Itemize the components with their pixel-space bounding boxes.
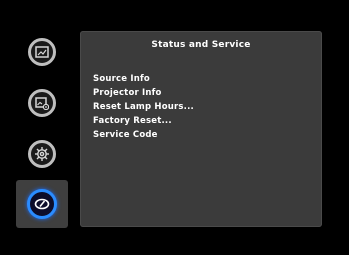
sidebar-item-picture[interactable] [20, 30, 64, 74]
menu-list: Source Info Projector Info Reset Lamp Ho… [93, 72, 194, 142]
picture-icon [35, 46, 49, 58]
gear-icon [34, 146, 50, 162]
picture-settings-icon [35, 96, 49, 110]
menu-item-projector-info[interactable]: Projector Info [93, 86, 194, 100]
status-gauge-icon [34, 198, 50, 210]
sidebar-item-ring [28, 89, 56, 117]
osd-screen: Status and Service Source Info Projector… [0, 0, 349, 255]
menu-item-source-info[interactable]: Source Info [93, 72, 194, 86]
menu-item-factory-reset[interactable]: Factory Reset... [93, 114, 194, 128]
status-service-panel: Status and Service Source Info Projector… [80, 31, 322, 227]
sidebar-item-ring [27, 189, 57, 219]
sidebar-item-settings[interactable] [20, 132, 64, 176]
panel-title: Status and Service [151, 40, 251, 50]
sidebar [14, 30, 72, 228]
menu-item-reset-lamp-hours[interactable]: Reset Lamp Hours... [93, 100, 194, 114]
sidebar-item-ring [28, 38, 56, 66]
sidebar-item-status-service[interactable] [16, 180, 68, 228]
sidebar-item-ring [28, 140, 56, 168]
sidebar-item-picture-settings[interactable] [20, 81, 64, 125]
menu-item-service-code[interactable]: Service Code [93, 128, 194, 142]
